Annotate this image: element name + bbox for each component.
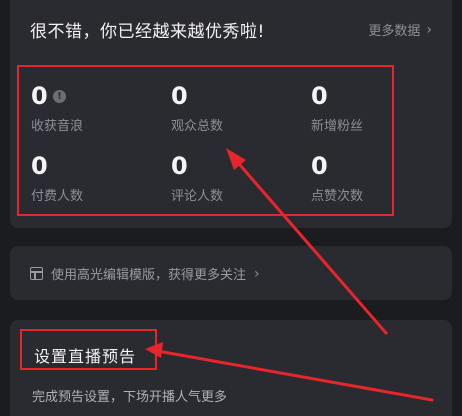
arrow-head-live-preview [145,342,163,358]
arrow-to-stats [231,155,388,335]
annotation-arrows [145,148,434,402]
arrow-to-live-preview [150,348,434,402]
